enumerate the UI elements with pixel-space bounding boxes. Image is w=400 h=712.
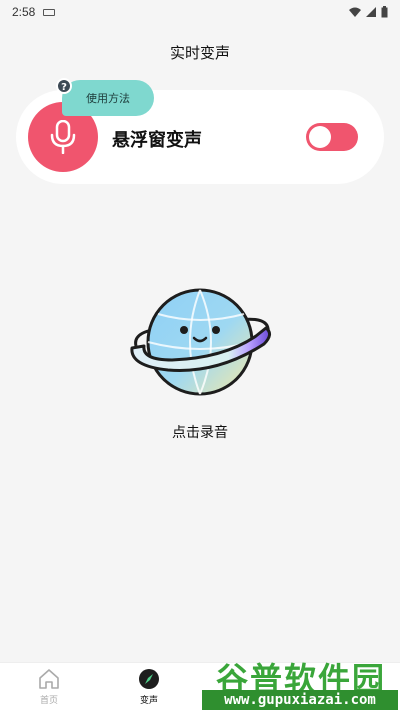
wifi-icon — [349, 7, 361, 17]
page-title: 实时变声 — [169, 44, 230, 62]
floating-window-label: 悬浮窗变声 — [112, 130, 202, 151]
usage-help-label: 使用方法 — [86, 92, 130, 105]
watermark: 谷普软件园 www.gupuxiazai.com — [200, 654, 400, 712]
signal-icon — [366, 7, 376, 17]
status-icons — [349, 6, 388, 18]
compass-icon — [137, 667, 161, 691]
nav-item-voice[interactable]: 变声 — [119, 667, 179, 706]
status-bar: 2:58 — [0, 0, 400, 24]
battery-icon — [381, 6, 388, 18]
question-icon: ? — [56, 78, 72, 94]
floating-window-toggle[interactable] — [306, 123, 358, 151]
nav-label-home: 首页 — [39, 696, 58, 706]
planet-record-button[interactable] — [128, 286, 274, 402]
usage-help-button[interactable]: 使用方法 — [62, 80, 154, 116]
watermark-url: www.gupuxiazai.com — [202, 690, 398, 710]
nav-label-voice: 变声 — [139, 696, 158, 706]
status-time: 2:58 — [12, 5, 36, 19]
home-icon — [37, 667, 61, 691]
toggle-knob — [309, 126, 331, 148]
keyboard-icon — [43, 8, 56, 16]
nav-item-home[interactable]: 首页 — [19, 667, 79, 706]
planet-mascot-icon — [130, 288, 271, 396]
record-label[interactable]: 点击录音 — [0, 422, 400, 442]
microphone-icon — [50, 120, 76, 154]
